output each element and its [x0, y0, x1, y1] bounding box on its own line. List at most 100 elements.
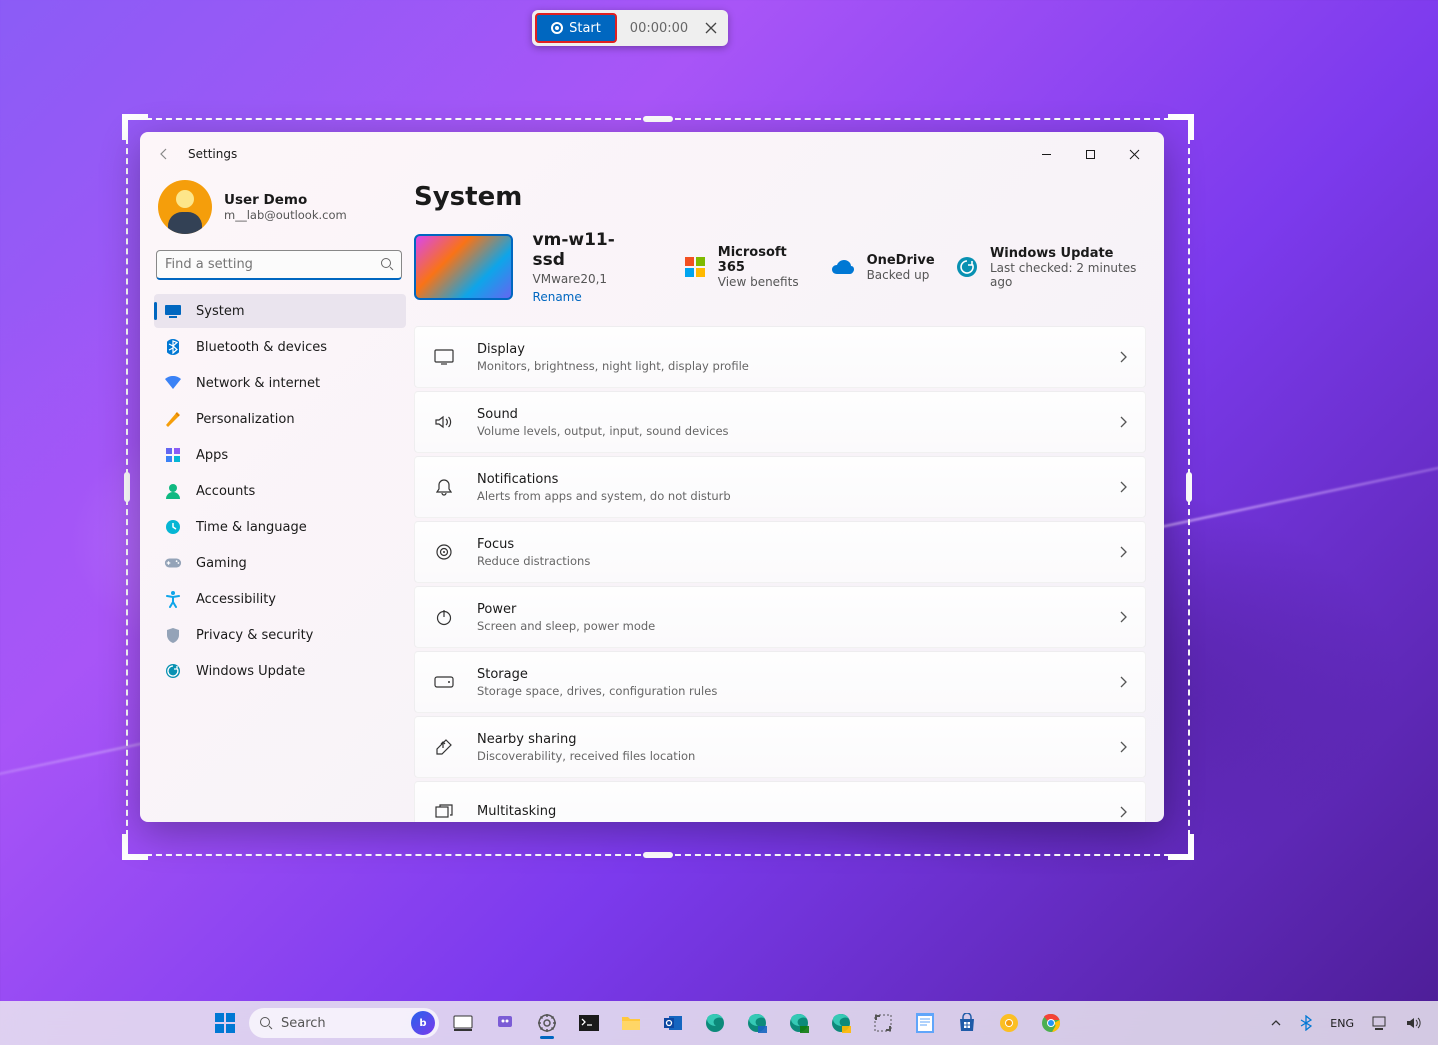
- nav-label: Network & internet: [196, 376, 320, 391]
- maximize-button[interactable]: [1068, 139, 1112, 169]
- settings-card-focus[interactable]: Focus Reduce distractions: [414, 521, 1146, 583]
- settings-card-storage[interactable]: StorageStorage space, drives, configurat…: [414, 651, 1146, 713]
- start-button[interactable]: [207, 1005, 243, 1041]
- nav-label: Bluetooth & devices: [196, 340, 327, 355]
- sidebar-item-update[interactable]: Windows Update: [154, 654, 406, 688]
- taskbar-search[interactable]: Search b: [249, 1008, 439, 1038]
- rename-link[interactable]: Rename: [533, 290, 643, 304]
- recorder-start-label: Start: [569, 21, 601, 36]
- minimize-button[interactable]: [1024, 139, 1068, 169]
- chrome-icon[interactable]: [1033, 1005, 1069, 1041]
- sidebar-item-bluetooth[interactable]: Bluetooth & devices: [154, 330, 406, 364]
- card-subtitle: Alerts from apps and system, do not dist…: [477, 489, 1119, 503]
- settings-card-display[interactable]: DisplayMonitors, brightness, night light…: [414, 326, 1146, 388]
- back-button[interactable]: [148, 138, 180, 170]
- winupdate-info[interactable]: Windows UpdateLast checked: 2 minutes ag…: [955, 246, 1146, 289]
- chrome-canary-icon[interactable]: [991, 1005, 1027, 1041]
- accessibility-icon: [164, 590, 182, 608]
- search-input[interactable]: [156, 250, 402, 280]
- nav-label: System: [196, 304, 244, 319]
- onedrive-sub: Backed up: [867, 268, 935, 282]
- settings-window: Settings User Demo m__lab@outlook.com Sy…: [140, 132, 1164, 822]
- settings-card-multitasking[interactable]: Multitasking: [414, 781, 1146, 822]
- sidebar: User Demo m__lab@outlook.com System Bluet…: [140, 176, 414, 822]
- sidebar-item-accessibility[interactable]: Accessibility: [154, 582, 406, 616]
- terminal-icon[interactable]: [571, 1005, 607, 1041]
- sidebar-item-network[interactable]: Network & internet: [154, 366, 406, 400]
- sidebar-item-time[interactable]: Time & language: [154, 510, 406, 544]
- nav-label: Privacy & security: [196, 628, 313, 643]
- nav-label: Accounts: [196, 484, 255, 499]
- network-tray-icon[interactable]: [1368, 1014, 1392, 1032]
- file-explorer-icon[interactable]: [613, 1005, 649, 1041]
- recorder-timer: 00:00:00: [620, 21, 698, 36]
- edge-icon[interactable]: [697, 1005, 733, 1041]
- sidebar-item-privacy[interactable]: Privacy & security: [154, 618, 406, 652]
- edge-beta-icon[interactable]: [781, 1005, 817, 1041]
- time-icon: [164, 518, 182, 536]
- nav-label: Time & language: [196, 520, 307, 535]
- microsoft365-icon: [683, 253, 708, 281]
- settings-card-notifications[interactable]: NotificationsAlerts from apps and system…: [414, 456, 1146, 518]
- nearby-icon: [433, 736, 455, 758]
- close-button[interactable]: [1112, 139, 1156, 169]
- card-title: Power: [477, 602, 1119, 617]
- chevron-right-icon: [1119, 611, 1127, 623]
- sidebar-item-apps[interactable]: Apps: [154, 438, 406, 472]
- tray-overflow-icon[interactable]: [1266, 1015, 1286, 1031]
- card-title: Sound: [477, 407, 1119, 422]
- taskbar-search-label: Search: [281, 1016, 326, 1031]
- settings-taskbar-icon[interactable]: [529, 1005, 565, 1041]
- m365-label: Microsoft 365: [718, 245, 809, 275]
- card-subtitle: Monitors, brightness, night light, displ…: [477, 359, 1119, 373]
- nav-list: System Bluetooth & devices Network & inter…: [154, 294, 406, 688]
- settings-card-nearby[interactable]: Nearby sharingDiscoverability, received …: [414, 716, 1146, 778]
- snipping-tool-icon[interactable]: [865, 1005, 901, 1041]
- gaming-icon: [164, 554, 182, 572]
- main-content: System vm-w11-ssd VMware20,1 Rename Micr…: [414, 176, 1164, 822]
- onedrive-info[interactable]: OneDriveBacked up: [829, 253, 935, 282]
- bluetooth-icon: [164, 338, 182, 356]
- edge-canary-icon[interactable]: [823, 1005, 859, 1041]
- chevron-right-icon: [1119, 741, 1127, 753]
- task-view-icon[interactable]: [445, 1005, 481, 1041]
- sidebar-item-gaming[interactable]: Gaming: [154, 546, 406, 580]
- search-icon: [259, 1016, 273, 1030]
- card-subtitle: Storage space, drives, configuration rul…: [477, 684, 1119, 698]
- onedrive-label: OneDrive: [867, 253, 935, 268]
- card-title: Multitasking: [477, 804, 1119, 819]
- bing-icon: b: [411, 1011, 435, 1035]
- titlebar: Settings: [140, 132, 1164, 176]
- nav-label: Personalization: [196, 412, 295, 427]
- card-subtitle: Reduce distractions: [477, 554, 1119, 568]
- taskbar: Search b ENG: [0, 1001, 1438, 1045]
- outlook-icon[interactable]: [655, 1005, 691, 1041]
- sidebar-item-accounts[interactable]: Accounts: [154, 474, 406, 508]
- chevron-right-icon: [1119, 416, 1127, 428]
- bluetooth-tray-icon[interactable]: [1296, 1013, 1316, 1033]
- accounts-icon: [164, 482, 182, 500]
- focus-icon: [433, 541, 455, 563]
- recorder-start-button[interactable]: Start: [535, 13, 617, 43]
- user-account-row[interactable]: User Demo m__lab@outlook.com: [154, 176, 406, 250]
- power-icon: [433, 606, 455, 628]
- store-icon[interactable]: [949, 1005, 985, 1041]
- notepad-icon[interactable]: [907, 1005, 943, 1041]
- card-title: Focus: [477, 537, 1119, 552]
- recorder-close-button[interactable]: [698, 15, 724, 41]
- user-name: User Demo: [224, 192, 347, 208]
- sidebar-item-personalization[interactable]: Personalization: [154, 402, 406, 436]
- m365-info[interactable]: Microsoft 365View benefits: [683, 245, 809, 289]
- volume-tray-icon[interactable]: [1402, 1014, 1426, 1032]
- system-tray: ENG: [1266, 1013, 1426, 1033]
- language-indicator[interactable]: ENG: [1326, 1015, 1358, 1032]
- settings-card-sound[interactable]: SoundVolume levels, output, input, sound…: [414, 391, 1146, 453]
- page-title: System: [414, 182, 1146, 212]
- chat-icon[interactable]: [487, 1005, 523, 1041]
- system-info-row: vm-w11-ssd VMware20,1 Rename Microsoft 3…: [414, 230, 1146, 304]
- sidebar-item-system[interactable]: System: [154, 294, 406, 328]
- settings-card-power[interactable]: PowerScreen and sleep, power mode: [414, 586, 1146, 648]
- edge-dev-icon[interactable]: [739, 1005, 775, 1041]
- nav-label: Accessibility: [196, 592, 276, 607]
- system-icon: [164, 302, 182, 320]
